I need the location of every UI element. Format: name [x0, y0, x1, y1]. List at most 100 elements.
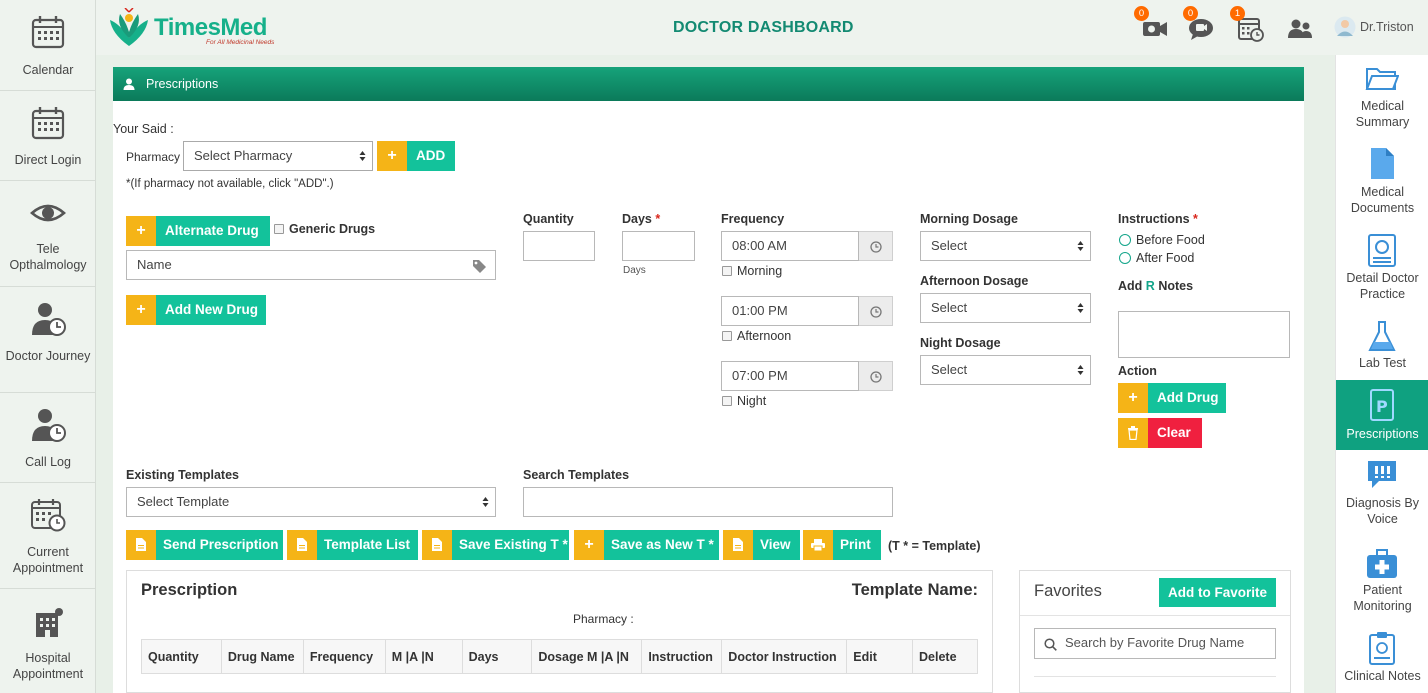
sidebar-item-calendar[interactable]: Calendar	[0, 0, 96, 91]
night-time-input[interactable]: 07:00 PM	[721, 361, 859, 391]
favorites-title: Favorites	[1034, 582, 1102, 600]
sidebar-item-detail-doctor-practice[interactable]: Detail Doctor Practice	[1336, 227, 1428, 313]
afternoon-time-picker[interactable]	[859, 296, 893, 326]
add-to-favorite-button[interactable]: Add to Favorite	[1159, 578, 1276, 607]
morning-time-input[interactable]: 08:00 AM	[721, 231, 859, 261]
user-clock-icon	[32, 409, 66, 442]
sidebar-label: Patient Monitoring	[1353, 583, 1412, 613]
sidebar-item-diagnosis-by-voice[interactable]: Diagnosis By Voice	[1336, 450, 1428, 540]
users-icon[interactable]	[1286, 14, 1314, 42]
logo[interactable]: TimesMed For All Medicinal Needs	[106, 8, 286, 48]
sidebar-item-medical-documents[interactable]: Medical Documents	[1336, 141, 1428, 227]
sidebar-item-lab-test[interactable]: Lab Test	[1336, 313, 1428, 380]
alternate-drug-button[interactable]: + Alternate Drug	[126, 216, 270, 246]
sidebar-item-current-appointment[interactable]: Current Appointment	[0, 483, 96, 589]
quantity-input[interactable]	[523, 231, 595, 261]
sidebar-item-direct-login[interactable]: Direct Login	[0, 91, 96, 181]
save-existing-template-button[interactable]: Save Existing T *	[422, 530, 569, 560]
morning-dosage-select[interactable]: Select	[920, 231, 1091, 261]
night-label: Night	[737, 394, 767, 408]
clear-button[interactable]: Clear	[1118, 418, 1202, 448]
select-arrows-icon	[359, 151, 366, 161]
document-icon	[126, 530, 156, 560]
divider	[1020, 615, 1290, 616]
printer-icon	[803, 530, 833, 560]
clipboard-icon	[1369, 632, 1395, 665]
save-new-template-button[interactable]: + Save as New T *	[574, 530, 719, 560]
template-list-button[interactable]: Template List	[287, 530, 418, 560]
sidebar-label: Lab Test	[1358, 356, 1407, 370]
logo-text: TimesMed	[154, 14, 267, 41]
plus-icon: +	[1118, 383, 1148, 413]
sidebar-item-patient-monitoring[interactable]: Patient Monitoring	[1336, 540, 1428, 626]
avatar[interactable]	[1334, 16, 1356, 38]
night-checkbox[interactable]	[722, 396, 732, 406]
generic-drugs-label: Generic Drugs	[289, 222, 376, 236]
sidebar-label: Detail Doctor Practice	[1346, 271, 1419, 301]
send-prescription-button[interactable]: Send Prescription	[126, 530, 283, 560]
morning-time-picker[interactable]	[859, 231, 893, 261]
quantity-label: Quantity	[523, 212, 574, 226]
pharmacy-note: *(If pharmacy not available, click "ADD"…	[126, 178, 334, 190]
flask-icon	[1368, 321, 1396, 351]
medical-kit-icon	[1367, 549, 1397, 578]
template-note: (T * = Template)	[888, 539, 981, 553]
days-input[interactable]	[622, 231, 695, 261]
sidebar-item-medical-summary[interactable]: Medical Summary	[1336, 55, 1428, 141]
sidebar-item-hospital-appointment[interactable]: Hospital Appointment	[0, 589, 96, 693]
column-header: M |A |N	[384, 639, 463, 674]
calendar-grid-icon	[31, 107, 65, 140]
logo-emblem-icon	[110, 8, 148, 46]
search-templates-input[interactable]	[523, 487, 893, 517]
add-drug-button[interactable]: + Add Drug	[1118, 383, 1226, 413]
right-sidebar: Medical Summary Medical Documents Detail…	[1335, 55, 1428, 693]
generic-drugs-checkbox[interactable]	[274, 224, 284, 234]
sidebar-item-clinical-notes[interactable]: Clinical Notes	[1336, 626, 1428, 693]
morning-checkbox[interactable]	[722, 266, 732, 276]
morning-dosage-label: Morning Dosage	[920, 212, 1018, 226]
table-header-row: Quantity Drug Name Frequency M |A |N Day…	[141, 639, 978, 674]
notes-textarea[interactable]	[1118, 311, 1290, 358]
print-button[interactable]: Print	[803, 530, 881, 560]
morning-label: Morning	[737, 264, 783, 278]
night-time-picker[interactable]	[859, 361, 893, 391]
plus-icon: +	[377, 141, 407, 171]
sidebar-item-doctor-journey[interactable]: Doctor Journey	[0, 287, 96, 393]
afternoon-time-input[interactable]: 01:00 PM	[721, 296, 859, 326]
days-label: Days *	[622, 212, 661, 226]
favorite-search-placeholder: Search by Favorite Drug Name	[1065, 635, 1245, 650]
add-pharmacy-button[interactable]: + ADD	[377, 141, 455, 171]
page-title: DOCTOR DASHBOARD	[673, 19, 854, 36]
drug-name-input[interactable]: Name	[126, 250, 496, 280]
prescription-title: Prescription	[141, 581, 238, 599]
tag-icon	[473, 260, 486, 273]
svg-text:P: P	[1376, 397, 1388, 416]
sidebar-item-call-log[interactable]: Call Log	[0, 393, 96, 483]
view-button[interactable]: View	[723, 530, 800, 560]
add-new-drug-button[interactable]: + Add New Drug	[126, 295, 266, 325]
pharmacy-select[interactable]: Select Pharmacy	[183, 141, 373, 171]
template-select[interactable]: Select Template	[126, 487, 496, 517]
afternoon-dosage-label: Afternoon Dosage	[920, 274, 1029, 288]
instructions-label: Instructions *	[1118, 212, 1198, 226]
document-icon	[422, 530, 452, 560]
favorite-search-input[interactable]: Search by Favorite Drug Name	[1034, 628, 1276, 659]
column-header: Instruction	[641, 639, 723, 674]
sidebar-item-tele-opthalmology[interactable]: Tele Opthalmology	[0, 181, 96, 287]
select-arrows-icon	[482, 497, 489, 507]
prescription-box: Prescription Template Name: Pharmacy : Q…	[126, 570, 993, 693]
afternoon-checkbox[interactable]	[722, 331, 732, 341]
user-clock-icon	[32, 303, 66, 336]
appointment-badge: 1	[1230, 6, 1245, 21]
prescription-icon: P	[1370, 389, 1394, 421]
afternoon-dosage-select[interactable]: Select	[920, 293, 1091, 323]
folder-icon	[1365, 68, 1399, 90]
eye-icon	[30, 204, 66, 222]
before-food-label: Before Food	[1136, 233, 1205, 247]
user-name[interactable]: Dr.Triston	[1360, 20, 1414, 34]
sidebar-item-prescriptions[interactable]: P Prescriptions	[1336, 380, 1428, 450]
pharmacy-display: Pharmacy :	[573, 612, 634, 626]
after-food-radio[interactable]	[1119, 252, 1131, 264]
before-food-radio[interactable]	[1119, 234, 1131, 246]
night-dosage-select[interactable]: Select	[920, 355, 1091, 385]
